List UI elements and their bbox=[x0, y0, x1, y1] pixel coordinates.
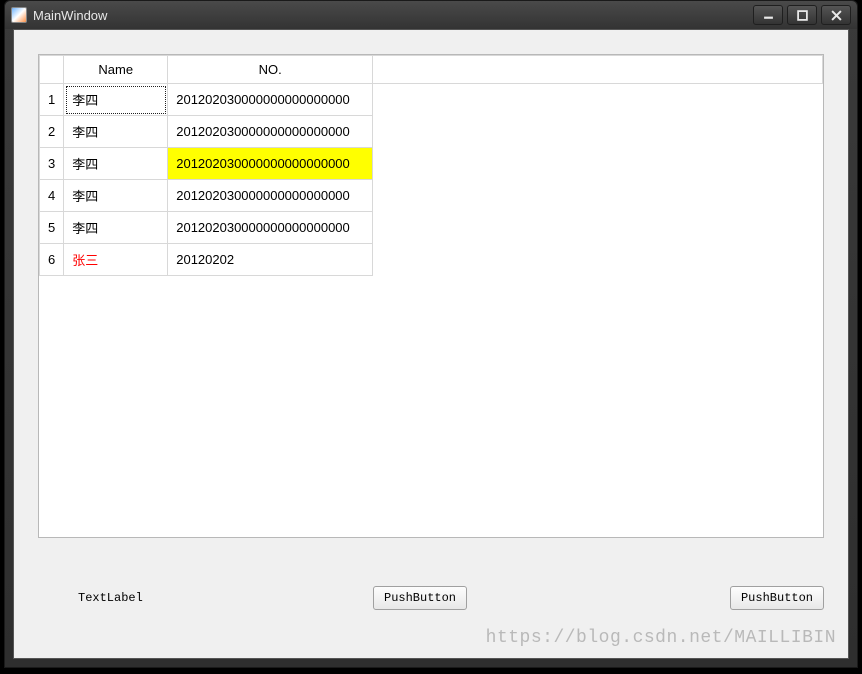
minimize-button[interactable] bbox=[753, 5, 783, 25]
cell-empty[interactable] bbox=[373, 180, 823, 212]
row-header[interactable]: 3 bbox=[40, 148, 64, 180]
column-header-empty[interactable] bbox=[373, 56, 823, 84]
column-header-name[interactable]: Name bbox=[64, 56, 168, 84]
cell-no[interactable]: 201202030000000000000000 bbox=[168, 84, 373, 116]
cell-name[interactable]: 李四 bbox=[64, 116, 168, 148]
table-row[interactable]: 5李四201202030000000000000000 bbox=[40, 212, 823, 244]
push-button-1[interactable]: PushButton bbox=[373, 586, 467, 610]
cell-no[interactable]: 20120202 bbox=[168, 244, 373, 276]
row-header[interactable]: 4 bbox=[40, 180, 64, 212]
maximize-button[interactable] bbox=[787, 5, 817, 25]
app-icon bbox=[11, 7, 27, 23]
data-table[interactable]: Name NO. 1李四2012020300000000000000002李四2… bbox=[39, 55, 823, 276]
cell-empty[interactable] bbox=[373, 244, 823, 276]
window-controls bbox=[753, 5, 851, 25]
cell-no[interactable]: 201202030000000000000000 bbox=[168, 116, 373, 148]
cell-empty[interactable] bbox=[373, 148, 823, 180]
table-widget[interactable]: Name NO. 1李四2012020300000000000000002李四2… bbox=[38, 54, 824, 538]
column-header-no[interactable]: NO. bbox=[168, 56, 373, 84]
cell-no[interactable]: 201202030000000000000000 bbox=[168, 180, 373, 212]
row-header[interactable]: 6 bbox=[40, 244, 64, 276]
table-row[interactable]: 4李四201202030000000000000000 bbox=[40, 180, 823, 212]
push-button-2[interactable]: PushButton bbox=[730, 586, 824, 610]
row-header[interactable]: 5 bbox=[40, 212, 64, 244]
table-row[interactable]: 6张三20120202 bbox=[40, 244, 823, 276]
row-header[interactable]: 2 bbox=[40, 116, 64, 148]
cell-empty[interactable] bbox=[373, 84, 823, 116]
table-corner[interactable] bbox=[40, 56, 64, 84]
cell-no[interactable]: 201202030000000000000000 bbox=[168, 148, 373, 180]
cell-name[interactable]: 李四 bbox=[64, 84, 168, 116]
window-title: MainWindow bbox=[33, 8, 753, 23]
table-row[interactable]: 3李四201202030000000000000000 bbox=[40, 148, 823, 180]
cell-empty[interactable] bbox=[373, 212, 823, 244]
footer-area: TextLabel PushButton PushButton bbox=[38, 578, 824, 618]
table-row[interactable]: 2李四201202030000000000000000 bbox=[40, 116, 823, 148]
cell-name[interactable]: 李四 bbox=[64, 180, 168, 212]
row-header[interactable]: 1 bbox=[40, 84, 64, 116]
close-button[interactable] bbox=[821, 5, 851, 25]
text-label: TextLabel bbox=[78, 591, 143, 605]
table-row[interactable]: 1李四201202030000000000000000 bbox=[40, 84, 823, 116]
window-frame: MainWindow Name NO. bbox=[4, 0, 858, 668]
cell-name[interactable]: 张三 bbox=[64, 244, 168, 276]
cell-no[interactable]: 201202030000000000000000 bbox=[168, 212, 373, 244]
client-area: Name NO. 1李四2012020300000000000000002李四2… bbox=[13, 29, 849, 659]
titlebar[interactable]: MainWindow bbox=[5, 1, 857, 29]
watermark: https://blog.csdn.net/MAILLIBIN bbox=[486, 628, 836, 648]
cell-name[interactable]: 李四 bbox=[64, 212, 168, 244]
cell-empty[interactable] bbox=[373, 116, 823, 148]
cell-name[interactable]: 李四 bbox=[64, 148, 168, 180]
